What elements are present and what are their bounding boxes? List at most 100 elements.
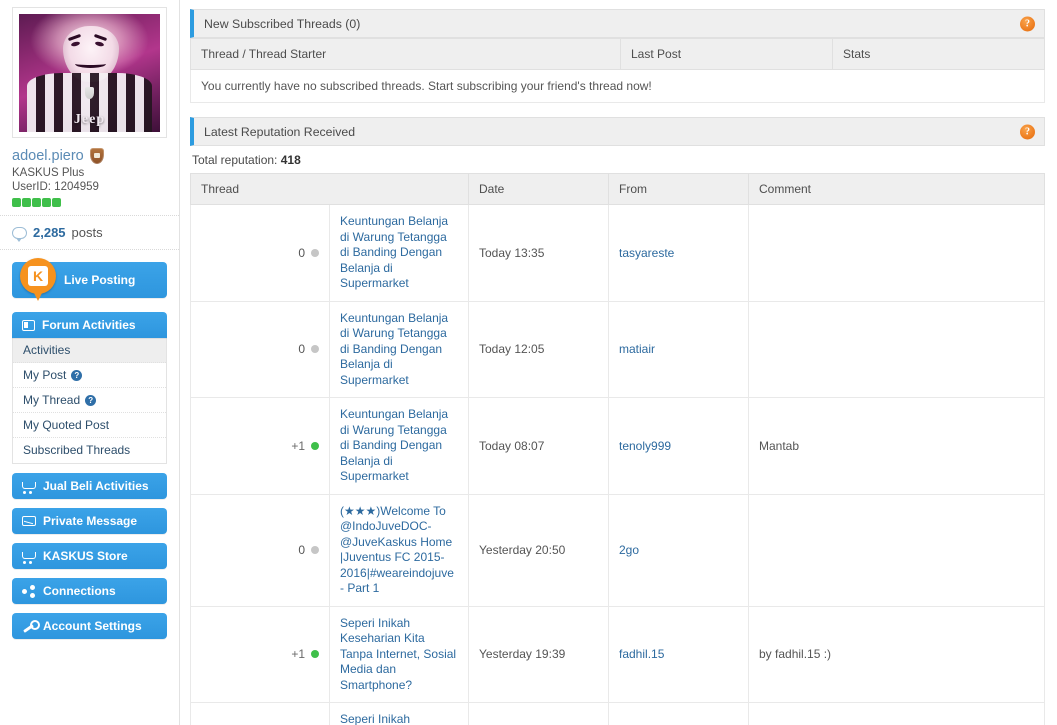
date-cell: Today 13:35 (468, 204, 609, 302)
sidebar-item-my-post[interactable]: My Post ? (13, 363, 166, 388)
profile-username[interactable]: adoel.piero (12, 148, 84, 164)
kaskus-logo-letter: K (28, 266, 48, 286)
reputation-score-cell: 0 (190, 702, 330, 725)
reputation-dot (42, 198, 51, 207)
jersey-sponsor-text: Jeep (73, 112, 106, 128)
comment-cell (748, 493, 1045, 607)
reputation-score-cell: 0 (190, 300, 330, 398)
live-posting-button[interactable]: K Live Posting (12, 258, 167, 301)
cart-icon (22, 551, 36, 564)
table-header-row: Thread / Thread Starter Last Post Stats (190, 38, 1045, 70)
empty-state-message: You currently have no subscribed threads… (190, 69, 1045, 103)
forum-icon (22, 319, 35, 331)
neutral-dot-icon (311, 248, 319, 257)
reputation-dots (12, 198, 167, 207)
userid-label: UserID: 1204959 (12, 181, 99, 193)
reputation-score-value: 0 (298, 543, 305, 557)
total-reputation-label: Total reputation: (192, 153, 278, 167)
reputation-table: Thread Date From Comment 0 Keuntungan Bel… (190, 173, 1045, 725)
user-link[interactable]: tasyareste (619, 246, 674, 260)
sidebar-item-kaskus-store[interactable]: KASKUS Store (12, 543, 167, 569)
sidebar-item-forum-activities[interactable]: Forum Activities (12, 312, 167, 338)
thread-link[interactable]: Seperi Inikah Keseharian Kita Tanpa Inte… (340, 712, 458, 725)
comment-cell: by fadhil.15 :) (748, 605, 1045, 703)
posts-count-value: 2,285 (33, 225, 66, 240)
panel-title: New Subscribed Threads (0) (204, 16, 361, 31)
thread-cell: Keuntungan Belanja di Warung Tetangga di… (329, 204, 469, 302)
forum-activities-label: Forum Activities (42, 318, 136, 332)
sidebar-item-label: Activities (23, 342, 71, 357)
reputation-score-value: +1 (291, 647, 305, 662)
thread-cell: (★★★)Welcome To @IndoJuveDOC-@JuveKaskus… (329, 493, 469, 607)
latest-reputation-header: Latest Reputation Received ? (190, 117, 1045, 146)
help-icon[interactable]: ? (71, 369, 83, 381)
sidebar-item-label: My Thread (23, 392, 81, 407)
page-root: Jeep adoel.piero KASKUS Plus UserID: 120… (0, 0, 1057, 725)
thread-link[interactable]: (★★★)Welcome To @IndoJuveDOC-@JuveKaskus… (340, 504, 458, 597)
column-header-date: Date (468, 173, 609, 205)
reputation-dot (12, 198, 21, 207)
subscribed-threads-header: New Subscribed Threads (0) ? (190, 9, 1045, 38)
total-reputation: Total reputation: 418 (190, 146, 1045, 173)
user-link[interactable]: matiair (619, 342, 655, 356)
forum-activities-submenu: Activities My Post ? My Thread ? My Quot… (12, 338, 167, 464)
column-header-thread: Thread (190, 173, 469, 205)
sidebar-nav: K Live Posting Forum Activities Activiti… (0, 250, 179, 639)
sidebar-item-activities[interactable]: Activities (13, 338, 166, 363)
thread-link[interactable]: Keuntungan Belanja di Warung Tetangga di… (340, 214, 458, 292)
sidebar-item-subscribed-threads[interactable]: Subscribed Threads (13, 438, 166, 463)
date-cell: Today 08:07 (468, 397, 609, 495)
user-link[interactable]: 2go (619, 543, 639, 557)
positive-dot-icon (311, 441, 319, 450)
help-icon[interactable]: ? (85, 394, 97, 406)
sidebar-item-my-thread[interactable]: My Thread ? (13, 388, 166, 413)
sidebar-item-connections[interactable]: Connections (12, 578, 167, 604)
reputation-score-cell: +1 (190, 397, 330, 495)
date-cell: Today 12:05 (468, 300, 609, 398)
sidebar-item-account-settings[interactable]: Account Settings (12, 613, 167, 639)
reputation-dot (32, 198, 41, 207)
user-link[interactable]: tenoly999 (619, 439, 671, 453)
sidebar-button-label: Account Settings (43, 619, 142, 633)
sidebar-button-label: KASKUS Store (43, 549, 128, 563)
table-header-row: Thread Date From Comment (190, 173, 1045, 205)
thread-link[interactable]: Seperi Inikah Keseharian Kita Tanpa Inte… (340, 616, 458, 694)
profile-block: adoel.piero KASKUS Plus UserID: 1204959 (0, 138, 179, 216)
total-reputation-value: 418 (280, 153, 301, 167)
thread-link[interactable]: Keuntungan Belanja di Warung Tetangga di… (340, 407, 458, 485)
thread-cell: Keuntungan Belanja di Warung Tetangga di… (329, 300, 469, 398)
sidebar-button-label: Jual Beli Activities (43, 479, 149, 493)
from-cell: fadhil.15 (608, 605, 749, 703)
sidebar-item-label: Subscribed Threads (23, 443, 131, 457)
reputation-score-cell: +1 (190, 605, 330, 703)
sidebar-item-my-quoted-post[interactable]: My Quoted Post (13, 413, 166, 438)
kaskus-logo-icon: K (20, 258, 56, 301)
comment-cell (748, 702, 1045, 725)
help-icon[interactable]: ? (1020, 16, 1035, 31)
reputation-score-cell: 0 (190, 493, 330, 607)
speech-bubble-icon (12, 226, 27, 242)
user-link[interactable]: fadhil.15 (619, 647, 664, 661)
avatar-box: Jeep (12, 7, 167, 138)
sidebar-item-private-message[interactable]: Private Message (12, 508, 167, 534)
thread-cell: Seperi Inikah Keseharian Kita Tanpa Inte… (329, 605, 469, 703)
subscribed-threads-table: Thread / Thread Starter Last Post Stats … (190, 38, 1045, 103)
neutral-dot-icon (311, 345, 319, 354)
table-row: +1 Seperi Inikah Keseharian Kita Tanpa In… (190, 605, 1045, 703)
column-header-thread: Thread / Thread Starter (190, 38, 621, 70)
table-row: 0 Seperi Inikah Keseharian Kita Tanpa Int… (190, 702, 1045, 725)
thread-link[interactable]: Keuntungan Belanja di Warung Tetangga di… (340, 311, 458, 389)
comment-cell (748, 300, 1045, 398)
comment-cell: Mantab (748, 397, 1045, 495)
sidebar-button-label: Connections (43, 584, 116, 598)
latest-reputation-panel: Latest Reputation Received ? Total reput… (190, 117, 1045, 725)
help-icon[interactable]: ? (1020, 124, 1035, 139)
table-row: 0 (★★★)Welcome To @IndoJuveDOC-@JuveKasku… (190, 493, 1045, 607)
avatar[interactable]: Jeep (19, 14, 160, 132)
from-cell: tenoly999 (608, 397, 749, 495)
date-cell: Yesterday 19:39 (468, 605, 609, 703)
sidebar: Jeep adoel.piero KASKUS Plus UserID: 120… (0, 0, 180, 725)
thread-cell: Seperi Inikah Keseharian Kita Tanpa Inte… (329, 702, 469, 725)
sidebar-item-jual-beli-activities[interactable]: Jual Beli Activities (12, 473, 167, 499)
table-row: 0 Keuntungan Belanja di Warung Tetangga d… (190, 204, 1045, 302)
